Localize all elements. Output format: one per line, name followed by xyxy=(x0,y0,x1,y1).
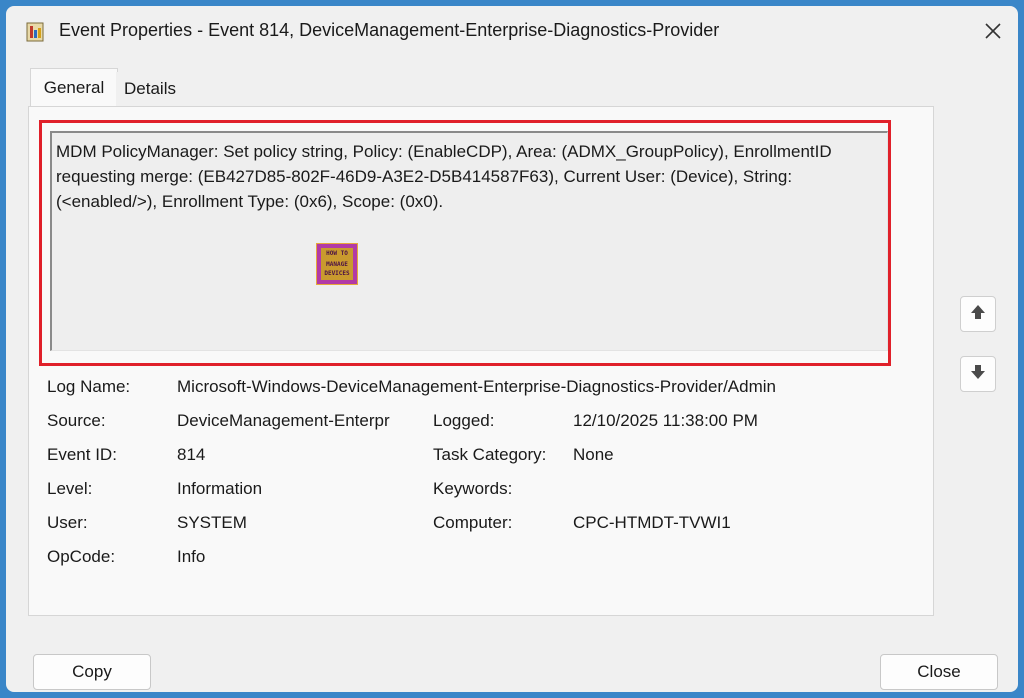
window-title: Event Properties - Event 814, DeviceMana… xyxy=(59,20,720,40)
source-value: DeviceManagement-Enterpr xyxy=(177,411,390,430)
watermark-text-2: MANAGE xyxy=(326,261,348,268)
next-event-button[interactable] xyxy=(960,356,996,392)
user-value: SYSTEM xyxy=(177,513,247,532)
event-id-label: Event ID: xyxy=(47,445,117,464)
event-message: MDM PolicyManager: Set policy string, Po… xyxy=(56,142,832,211)
event-properties-window: Event Properties - Event 814, DeviceMana… xyxy=(6,6,1018,692)
logged-label: Logged: xyxy=(433,411,495,430)
event-message-box[interactable]: MDM PolicyManager: Set policy string, Po… xyxy=(50,131,888,351)
event-viewer-icon xyxy=(26,22,44,42)
keywords-label: Keywords: xyxy=(433,479,513,498)
title-bar: Event Properties - Event 814, DeviceMana… xyxy=(6,6,1018,58)
computer-value: CPC-HTMDT-TVWI1 xyxy=(573,513,731,532)
source-label: Source: xyxy=(47,411,106,430)
watermark-text-3: DEVICES xyxy=(324,270,350,277)
watermark-logo: HOW TO MANAGE DEVICES xyxy=(316,243,358,285)
logged-value: 12/10/2025 11:38:00 PM xyxy=(573,411,758,430)
user-label: User: xyxy=(47,513,88,532)
watermark-text-1: HOW TO xyxy=(326,250,348,257)
log-name-value: Microsoft-Windows-DeviceManagement-Enter… xyxy=(177,377,776,396)
close-button[interactable]: Close xyxy=(880,654,998,690)
arrow-up-icon xyxy=(969,303,987,326)
level-label: Level: xyxy=(47,479,93,498)
copy-button[interactable]: Copy xyxy=(33,654,151,690)
event-id-value: 814 xyxy=(177,445,206,464)
previous-event-button[interactable] xyxy=(960,296,996,332)
tab-details[interactable]: Details xyxy=(116,72,184,107)
level-value: Information xyxy=(177,479,263,498)
opcode-value: Info xyxy=(177,547,206,566)
close-icon[interactable] xyxy=(978,16,1008,46)
task-category-label: Task Category: xyxy=(433,445,547,464)
arrow-down-icon xyxy=(969,363,987,386)
tab-general[interactable]: General xyxy=(30,68,118,107)
highlight-box: MDM PolicyManager: Set policy string, Po… xyxy=(39,120,891,366)
computer-label: Computer: xyxy=(433,513,513,532)
general-panel: MDM PolicyManager: Set policy string, Po… xyxy=(28,106,934,616)
task-category-value: None xyxy=(573,445,614,464)
opcode-label: OpCode: xyxy=(47,547,116,566)
log-name-label: Log Name: xyxy=(47,377,131,396)
